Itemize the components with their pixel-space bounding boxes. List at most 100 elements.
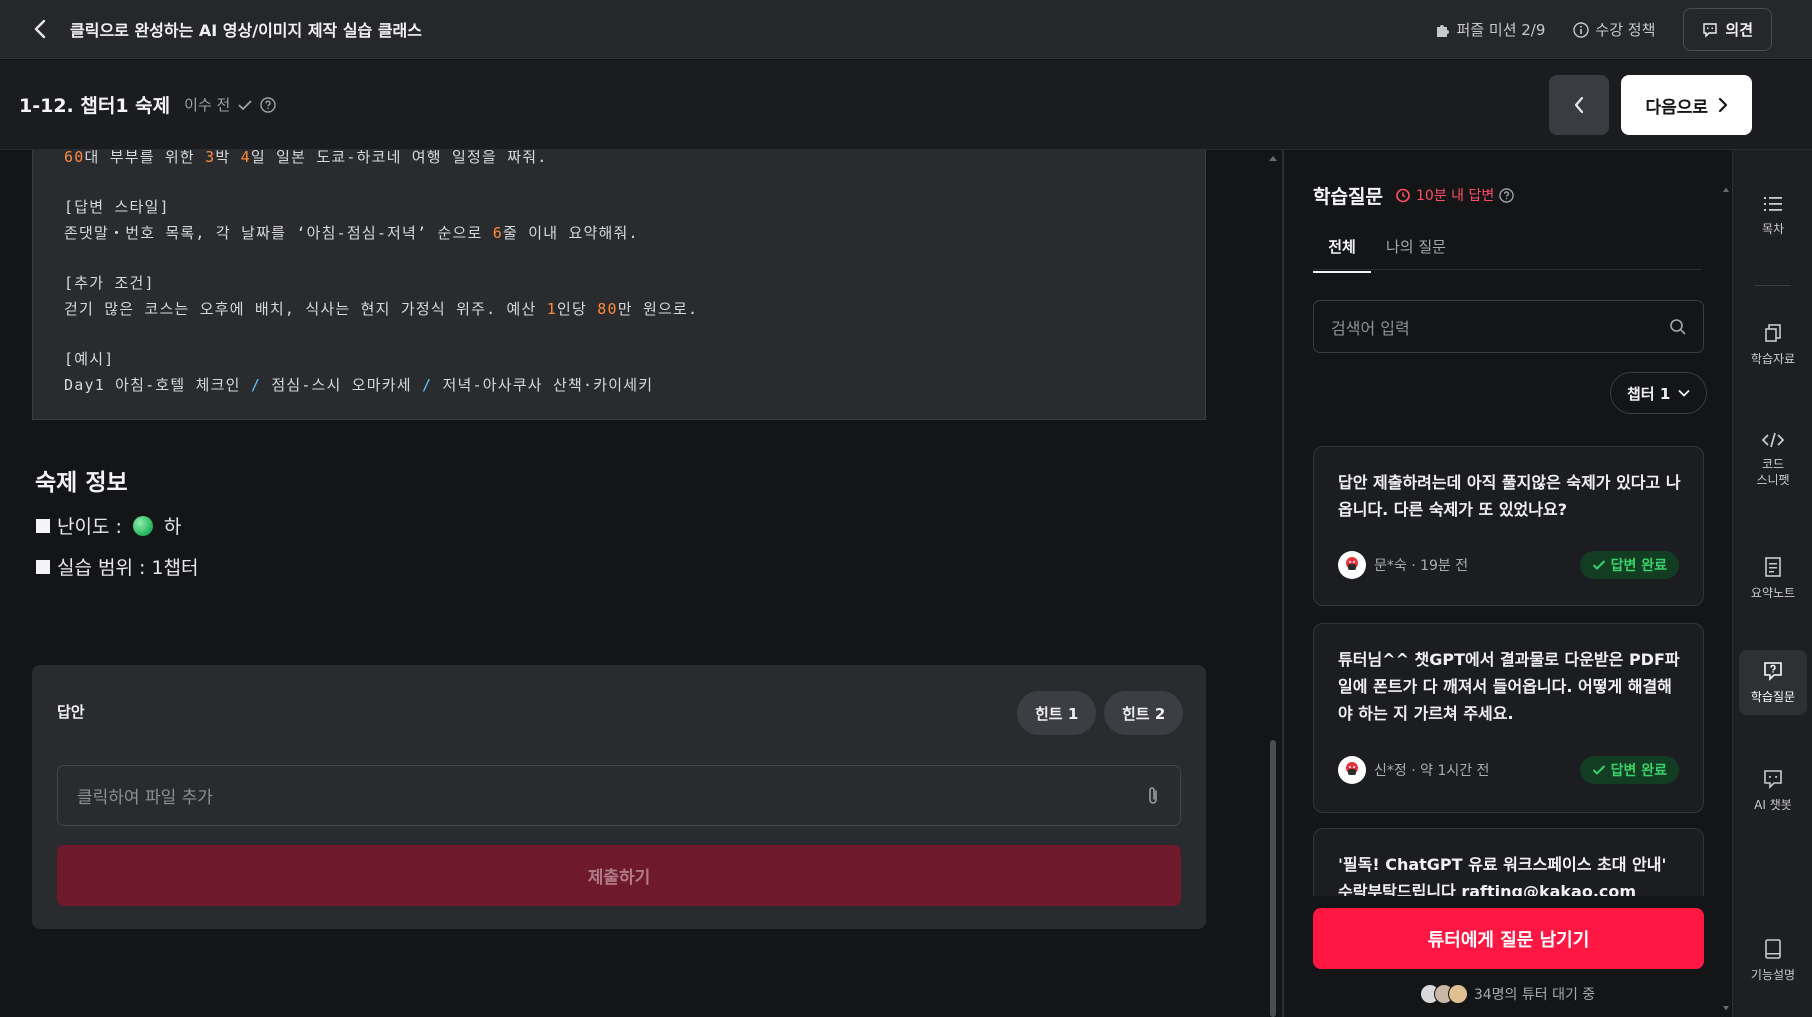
prompt-line-request: 60대 부부를 위한 3박 4일 일본 도쿄-하코네 여행 일정을 짜줘. (64, 150, 548, 166)
search-placeholder: 검색어 입력 (1331, 318, 1410, 338)
answer-card: 답안 힌트 1 힌트 2 클릭하여 파일 추가 제출하기 (32, 665, 1206, 929)
info-icon (1573, 21, 1590, 38)
bullet-square-icon (36, 559, 50, 574)
main-scrollbar-thumb[interactable] (1270, 740, 1276, 1017)
rail-label-questions: 학습질문 (1750, 690, 1796, 704)
copy-icon (1765, 324, 1781, 342)
tutor-avatars (1419, 984, 1468, 1004)
main-scrollbar[interactable] (1268, 150, 1278, 1017)
puzzle-mission-label: 퍼즐 미션 2/9 (1456, 21, 1546, 39)
question-bubble-icon (1764, 662, 1782, 681)
qa-title: 학습질문 (1313, 186, 1383, 208)
user-avatar-icon (1342, 555, 1362, 575)
scope-label: 실습 범위 : 1챕터 (57, 557, 199, 579)
submit-button[interactable]: 제출하기 (57, 845, 1181, 906)
qa-scrollbar[interactable] (1722, 150, 1730, 1017)
question-search-input[interactable]: 검색어 입력 (1313, 300, 1704, 353)
next-lesson-button[interactable]: 다음으로 (1621, 75, 1752, 135)
policy-link[interactable]: 수강 정책 (1573, 19, 1655, 40)
green-circle-icon (132, 515, 153, 536)
homework-info-title: 숙제 정보 (35, 470, 128, 496)
tabs-baseline (1313, 269, 1702, 270)
policy-label: 수강 정책 (1595, 21, 1656, 39)
difficulty-label: 난이도 : (57, 516, 122, 538)
lesson-title: 1-12. 챕터1 숙제 (19, 95, 171, 117)
question-meta: 신*정 · 약 1시간 전 (1338, 756, 1489, 784)
rail-label-materials: 학습자료 (1750, 352, 1796, 366)
file-upload-input[interactable]: 클릭하여 파일 추가 (57, 765, 1181, 826)
main-content: 60대 부부를 위한 3박 4일 일본 도쿄-하코네 여행 일정을 짜줘. [답… (0, 150, 1282, 1017)
question-text: 튜터님^^ 챗GPT에서 결과물로 다운받은 PDF파일에 폰트가 다 깨져서 … (1338, 650, 1680, 723)
rail-label-chatbot: AI 챗봇 (1754, 798, 1792, 812)
rail-item-summary[interactable]: 요약노트 (1739, 556, 1807, 601)
back-button[interactable] (26, 15, 54, 43)
question-card[interactable]: '필독! ChatGPT 유료 워크스페이스 초대 안내' 수락부탁드립니다 r… (1313, 828, 1704, 896)
prompt-style-header: [답변 스타일] (64, 198, 170, 216)
puzzle-mission-link[interactable]: 퍼즐 미션 2/9 (1435, 19, 1546, 40)
difficulty-value: 하 (163, 516, 182, 538)
chevron-down-icon (1678, 389, 1690, 397)
prompt-style-line: 존댓말・번호 목록, 각 날짜를 ‘아침-점심-저녁’ 순으로 6줄 이내 요약… (64, 224, 639, 242)
response-time-label: 10분 내 답변 (1416, 188, 1495, 204)
prev-lesson-button[interactable] (1549, 75, 1610, 135)
check-icon (238, 99, 252, 110)
question-card[interactable]: 답안 제출하려는데 아직 풀지않은 숙제가 있다고 나옵니다. 다른 숙제가 또… (1313, 446, 1704, 606)
search-icon (1670, 319, 1686, 335)
answered-badge: 답변 완료 (1579, 756, 1679, 784)
chapter-filter-select[interactable]: 챕터 1 (1610, 372, 1708, 414)
top-bar: 클릭으로 완성하는 AI 영상/이미지 제작 실습 클래스 퍼즐 미션 2/9 … (0, 0, 1812, 59)
prompt-example-line: Day1 아침-호텔 체크인 / 점심-스시 오마카세 / 저녁-아사쿠사 산책… (64, 376, 654, 394)
rail-item-chatbot[interactable]: AI 챗봇 (1739, 768, 1807, 813)
tab-all[interactable]: 전체 (1313, 236, 1371, 273)
rail-label-toc: 목차 (1761, 222, 1785, 236)
rail-item-materials[interactable]: 학습자료 (1739, 322, 1807, 367)
question-author-time: 문*숙 · 19분 전 (1374, 558, 1469, 574)
rail-item-code-snippet[interactable]: 코드 스니펫 (1739, 430, 1807, 488)
note-icon (1765, 557, 1781, 577)
chapter-filter-label: 챕터 1 (1627, 384, 1671, 403)
right-rail: 목차 학습자료 코드 스니펫 요약노트 학습질문 AI 챗봇 기능설명 (1732, 150, 1812, 1017)
qa-panel: 학습질문 10분 내 답변 전체 나의 질문 검색어 입력 챕터 1 답안 제출… (1284, 150, 1731, 1017)
prompt-condition-line: 걷기 많은 코스는 오후에 배치, 식사는 현지 가정식 위주. 예산 1인당 … (64, 300, 699, 318)
rail-label-guide: 기능설명 (1750, 968, 1796, 982)
rail-label-code-snippet: 코드 스니펫 (1756, 457, 1790, 487)
tutor-waiting-label: 34명의 튜터 대기 중 (1473, 987, 1596, 1003)
answered-label: 답변 완료 (1610, 558, 1667, 574)
completion-status-label: 이수 전 (184, 96, 231, 114)
avatar (1338, 551, 1366, 579)
help-icon[interactable] (260, 96, 277, 113)
paperclip-icon (1149, 787, 1157, 804)
rail-item-guide[interactable]: 기능설명 (1739, 938, 1807, 983)
avatar (1447, 984, 1468, 1004)
tab-my-questions[interactable]: 나의 질문 (1386, 236, 1446, 271)
answered-label: 답변 완료 (1610, 763, 1667, 779)
rail-item-questions[interactable]: 학습질문 (1739, 650, 1807, 715)
tutor-waiting-status: 34명의 튜터 대기 중 (1284, 984, 1731, 1004)
chatbot-icon (1764, 770, 1782, 789)
response-time-badge: 10분 내 답변 (1395, 185, 1514, 205)
file-upload-placeholder: 클릭하여 파일 추가 (77, 788, 213, 808)
difficulty-row: 난이도 : 하 (36, 512, 181, 539)
prompt-example-header: [예시] (64, 350, 115, 368)
timer-icon (1396, 188, 1410, 203)
hint-2-button[interactable]: 힌트 2 (1104, 691, 1184, 735)
question-author-time: 신*정 · 약 1시간 전 (1374, 763, 1490, 779)
check-icon (1592, 560, 1605, 570)
check-icon (1592, 765, 1605, 775)
question-text: '필독! ChatGPT 유료 워크스페이스 초대 안내' 수락부탁드립니다 r… (1338, 855, 1667, 896)
ask-tutor-button[interactable]: 튜터에게 질문 남기기 (1313, 908, 1704, 969)
chevron-right-icon (1718, 97, 1728, 113)
feedback-button[interactable]: 의견 (1683, 8, 1772, 51)
rail-item-toc[interactable]: 목차 (1739, 194, 1807, 237)
answered-badge: 답변 완료 (1579, 551, 1679, 579)
hint-1-button[interactable]: 힌트 1 (1017, 691, 1097, 735)
chevron-left-icon (34, 19, 46, 39)
prompt-condition-header: [추가 조건] (64, 274, 155, 292)
scroll-up-arrow-icon (1269, 156, 1277, 161)
chevron-left-icon (1575, 96, 1584, 114)
rail-label-summary: 요약노트 (1750, 586, 1796, 600)
bullet-square-icon (36, 518, 50, 533)
question-text: 답안 제출하려는데 아직 풀지않은 숙제가 있다고 나옵니다. 다른 숙제가 또… (1338, 473, 1681, 519)
question-card[interactable]: 튜터님^^ 챗GPT에서 결과물로 다운받은 PDF파일에 폰트가 다 깨져서 … (1313, 623, 1704, 813)
rail-divider (1755, 285, 1791, 286)
